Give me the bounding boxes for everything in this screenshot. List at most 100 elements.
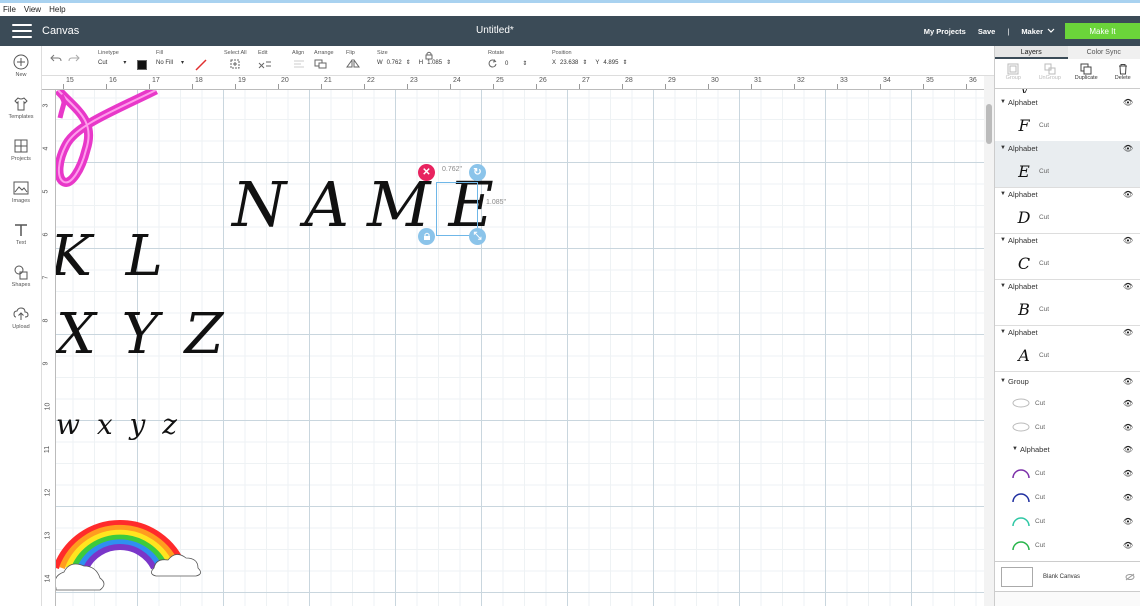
hidden-eye-icon[interactable]	[1125, 573, 1135, 581]
x-input[interactable]: 23.638	[560, 60, 578, 66]
linetype-control[interactable]: Linetype Cut ▾	[98, 50, 126, 66]
edit-control[interactable]: Edit	[258, 50, 272, 71]
rainbow-image[interactable]	[56, 488, 206, 598]
delete-handle-icon[interactable]: ✕	[418, 164, 435, 181]
sidebar-item-templates[interactable]: Templates	[0, 96, 42, 120]
group-row[interactable]: ▼ Group 👁	[995, 372, 1140, 390]
sidebar-item-upload[interactable]: Upload	[0, 306, 42, 330]
pink-ribbon-shape[interactable]	[56, 90, 166, 190]
eye-icon[interactable]: 👁	[1123, 190, 1133, 199]
linetype-color-swatch[interactable]	[137, 60, 147, 72]
tab-layers[interactable]: Layers	[995, 46, 1068, 59]
letters-xyz[interactable]: X Y Z	[56, 302, 227, 367]
eye-icon[interactable]: 👁	[1123, 517, 1133, 526]
group-cut-row[interactable]: Cut 👁	[995, 391, 1140, 415]
select-all-control[interactable]: Select All	[224, 50, 247, 71]
eye-icon[interactable]: 👁	[1123, 328, 1133, 337]
stepper-icon[interactable]: ⇕	[622, 59, 627, 66]
sidebar-item-new[interactable]: New	[0, 54, 42, 78]
layer-row[interactable]: ▼ Alphabet 👁 C Cut	[995, 233, 1140, 279]
stepper-icon[interactable]: ⇕	[406, 59, 411, 66]
proportion-lock-icon[interactable]	[425, 51, 433, 62]
vertical-scrollbar[interactable]	[984, 76, 994, 606]
blank-canvas-swatch[interactable]	[1001, 566, 1033, 587]
group-cut-row[interactable]: Cut 👁	[995, 415, 1140, 439]
make-it-button[interactable]: Make It	[1065, 23, 1140, 39]
layer-operation: Cut	[1035, 541, 1046, 549]
collapse-caret-icon[interactable]: ▼	[998, 191, 1008, 197]
eye-icon[interactable]: 👁	[1123, 423, 1133, 432]
arc-cut-row[interactable]: Cut 👁	[995, 509, 1140, 533]
sub-group-row[interactable]: ▼ Alphabet 👁	[995, 439, 1140, 459]
scrollbar-thumb[interactable]	[986, 104, 992, 144]
align-control[interactable]: Align	[292, 50, 306, 71]
collapse-caret-icon[interactable]: ▼	[998, 237, 1008, 243]
document-title[interactable]: Untitled*	[476, 25, 514, 36]
layer-row[interactable]: ▼ Alphabet 👁 B Cut	[995, 279, 1140, 325]
fill-control[interactable]: Fill No Fill ▾	[156, 50, 184, 66]
eye-icon[interactable]: 👁	[1123, 144, 1133, 153]
duplicate-button[interactable]: Duplicate	[1068, 59, 1105, 88]
blank-canvas-row[interactable]: Blank Canvas	[995, 561, 1140, 591]
sidebar-item-text[interactable]: Text	[0, 222, 42, 246]
eye-icon[interactable]: 👁	[1123, 399, 1133, 408]
arc-cut-row[interactable]: Cut 👁	[995, 485, 1140, 509]
hamburger-menu-icon[interactable]	[12, 24, 32, 38]
redo-button[interactable]	[68, 54, 80, 66]
design-canvas[interactable]: NAME K L X Y Z w x y z ✕ ↻ ⤡ 0.762" 1.08…	[56, 90, 984, 606]
sidebar-item-shapes[interactable]: Shapes	[0, 264, 42, 288]
ruler-tick-label: 8	[42, 318, 50, 323]
ungroup-button[interactable]: UnGroup	[1032, 59, 1069, 88]
eye-icon[interactable]: 👁	[1123, 541, 1133, 550]
save-button[interactable]: Save	[978, 27, 996, 36]
tab-color-sync[interactable]: Color Sync	[1068, 46, 1140, 59]
eye-icon[interactable]: 👁	[1123, 236, 1133, 245]
ruler-tick	[149, 84, 150, 89]
delete-button[interactable]: Delete	[1105, 59, 1140, 88]
arc-cut-row[interactable]: Cut 👁	[995, 461, 1140, 485]
layer-row[interactable]: ▼ Alphabet 👁 E Cut	[995, 141, 1140, 187]
letters-kl[interactable]: K L	[56, 224, 171, 289]
collapse-caret-icon[interactable]: ▼	[1010, 446, 1020, 452]
layer-row[interactable]: ▼ Alphabet 👁 A Cut	[995, 325, 1140, 371]
sidebar-item-images[interactable]: Images	[0, 180, 42, 204]
eye-icon[interactable]: 👁	[1123, 282, 1133, 291]
stepper-icon[interactable]: ⇕	[582, 59, 587, 66]
width-input[interactable]: 0.762	[387, 60, 402, 66]
fill-color-swatch[interactable]	[195, 59, 207, 73]
eye-icon[interactable]: 👁	[1123, 377, 1133, 386]
layer-row[interactable]: ▼ Alphabet 👁 D Cut	[995, 187, 1140, 233]
letters-lowercase[interactable]: w x y z	[56, 408, 181, 441]
resize-handle-icon[interactable]: ⤡	[469, 228, 486, 245]
collapse-caret-icon[interactable]: ▼	[998, 378, 1008, 384]
menu-file[interactable]: File	[3, 5, 16, 14]
arc-cut-row[interactable]: Cut 👁	[995, 533, 1140, 557]
selection-box[interactable]	[436, 182, 478, 236]
machine-selector[interactable]: Maker	[1021, 27, 1055, 36]
eye-icon[interactable]: 👁	[1123, 469, 1133, 478]
layer-row[interactable]: ▼ Alphabet 👁 F Cut	[995, 95, 1140, 141]
collapse-caret-icon[interactable]: ▼	[998, 329, 1008, 335]
flip-control[interactable]: Flip	[346, 50, 360, 71]
stepper-icon[interactable]: ⇕	[522, 60, 527, 67]
collapse-caret-icon[interactable]: ▼	[998, 283, 1008, 289]
my-projects-link[interactable]: My Projects	[924, 27, 966, 36]
y-input[interactable]: 4.895	[603, 60, 618, 66]
stepper-icon[interactable]: ⇕	[446, 59, 451, 66]
ruler-tick-label: 18	[195, 77, 203, 84]
menu-help[interactable]: Help	[49, 5, 65, 14]
rotate-handle-icon[interactable]: ↻	[469, 164, 486, 181]
undo-button[interactable]	[50, 54, 62, 66]
group-button[interactable]: Group	[995, 59, 1032, 88]
collapse-caret-icon[interactable]: ▼	[998, 145, 1008, 151]
collapse-caret-icon[interactable]: ▼	[998, 99, 1008, 105]
eye-icon[interactable]: 👁	[1123, 445, 1133, 454]
arrange-control[interactable]: Arrange	[314, 50, 334, 71]
undo-icon	[50, 54, 62, 62]
eye-icon[interactable]: 👁	[1123, 98, 1133, 107]
rotate-input[interactable]: 0	[505, 61, 508, 67]
menu-view[interactable]: View	[24, 5, 41, 14]
lock-handle-icon[interactable]	[418, 228, 435, 245]
sidebar-item-projects[interactable]: Projects	[0, 138, 42, 162]
eye-icon[interactable]: 👁	[1123, 493, 1133, 502]
